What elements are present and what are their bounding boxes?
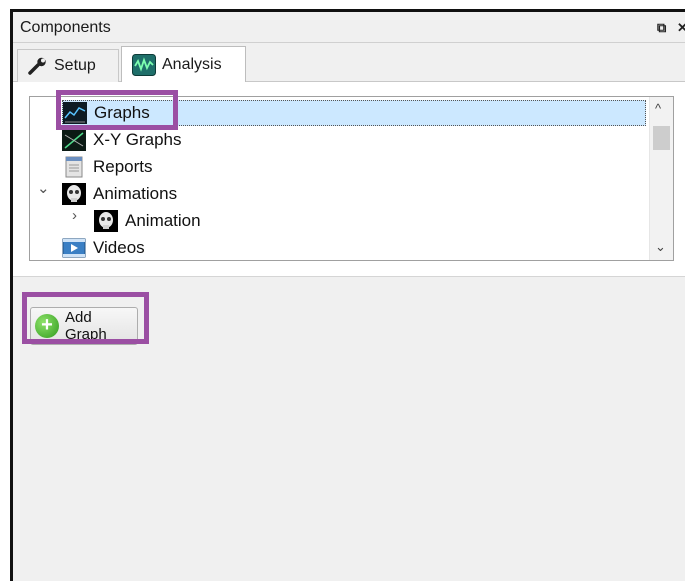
tab-setup[interactable]: Setup <box>17 49 119 82</box>
tree-item-label: Videos <box>93 238 145 257</box>
tree-scrollbar[interactable]: ^ ⌄ <box>649 97 673 260</box>
scroll-up-icon[interactable]: ^ <box>655 101 661 116</box>
tree-item-label: X-Y Graphs <box>93 130 182 149</box>
tree-area: Graphs X-Y Graphs Reports ⌄ Animations ›… <box>13 82 685 277</box>
chevron-down-icon[interactable]: ⌄ <box>37 179 50 197</box>
tab-analysis[interactable]: Analysis <box>121 46 246 83</box>
panel-title: Components <box>20 19 111 36</box>
tab-bar: Setup Analysis <box>13 44 685 83</box>
wrench-icon <box>28 57 46 75</box>
tree-item-videos[interactable]: Videos <box>62 235 145 260</box>
components-tree[interactable]: Graphs X-Y Graphs Reports ⌄ Animations ›… <box>29 96 674 261</box>
add-graph-button[interactable]: + Add Graph <box>30 307 138 345</box>
waveform-icon <box>132 54 156 76</box>
graph-icon <box>63 102 87 124</box>
tree-item-label: Animations <box>93 184 178 203</box>
components-panel: Components ⧉ ✕ Setup Analysis Graphs X-Y… <box>10 9 685 581</box>
tree-item-animations[interactable]: Animations <box>62 181 177 207</box>
report-icon <box>65 156 83 178</box>
panel-titlebar: Components ⧉ ✕ <box>13 12 685 43</box>
tree-item-animation[interactable]: Animation <box>94 208 201 234</box>
xy-graph-icon <box>62 129 86 151</box>
tree-item-graphs[interactable]: Graphs <box>62 100 646 126</box>
add-graph-label: Add Graph <box>65 309 107 343</box>
chevron-right-icon[interactable]: › <box>72 207 77 224</box>
tree-item-label: Animation <box>125 211 201 230</box>
float-window-icon[interactable]: ⧉ <box>657 20 666 36</box>
tree-item-label: Reports <box>93 157 153 176</box>
tree-item-reports[interactable]: Reports <box>62 154 153 180</box>
tab-setup-label: Setup <box>54 57 96 74</box>
skull-icon <box>94 210 118 232</box>
tree-item-xy-graphs[interactable]: X-Y Graphs <box>62 127 182 153</box>
scroll-thumb[interactable] <box>653 126 670 150</box>
skull-icon <box>62 183 86 205</box>
tree-item-label: Graphs <box>94 103 150 122</box>
scroll-down-icon[interactable]: ⌄ <box>655 239 666 255</box>
video-icon <box>62 238 86 258</box>
close-icon[interactable]: ✕ <box>677 20 685 36</box>
tab-analysis-label: Analysis <box>162 56 222 73</box>
add-icon: + <box>35 314 59 338</box>
